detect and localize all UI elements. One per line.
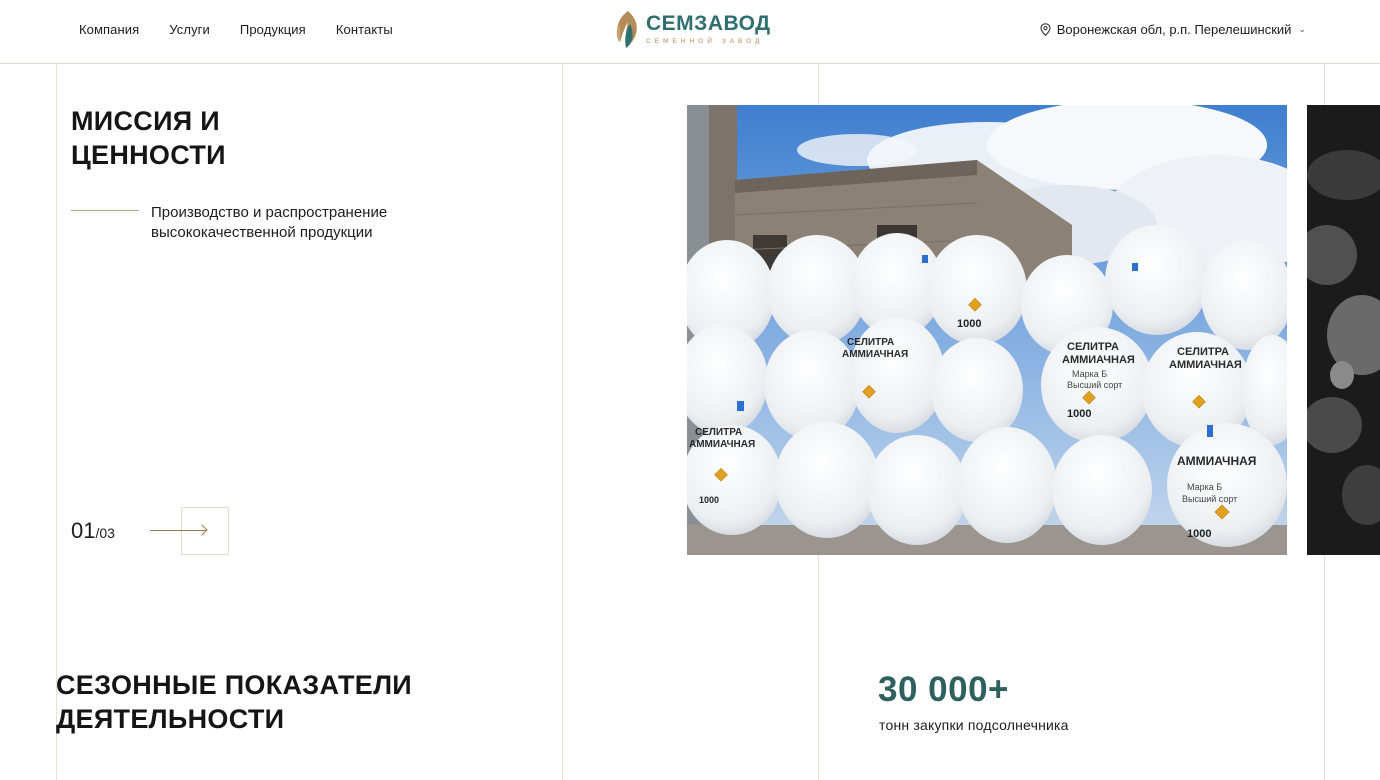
nav-company[interactable]: Компания [79,22,139,37]
mission-title: МИССИЯ И ЦЕННОСТИ [71,104,331,172]
bag-weight: 1000 [1187,528,1211,540]
bag-grade: Высший сорт [1182,494,1237,504]
bag-label: АММИАЧНАЯ [842,349,908,360]
bag-label: АММИАЧНАЯ [1062,354,1135,366]
season-title: СЕЗОННЫЕ ПОКАЗАТЕЛИ ДЕЯТЕЛЬНОСТИ [56,668,412,736]
next-slide-preview [1307,105,1380,555]
bag-grade: Марка Б [1072,369,1107,379]
leaf-logo-icon [616,11,637,48]
stat-value: 30 000+ [878,670,1009,709]
chevron-down-icon: ⌄ [1298,24,1306,34]
season-title-line1: СЕЗОННЫЕ ПОКАЗАТЕЛИ [56,670,413,700]
bag-label: АММИАЧНАЯ [1169,359,1242,371]
bag-grade: Высший сорт [1067,380,1122,390]
mission-title-line2: ЦЕННОСТИ [71,140,226,170]
next-slide-button[interactable] [148,507,229,555]
bag-label: СЕЛИТРА [847,337,894,348]
fertilizer-bags-image: СЕЛИТРА АММИАЧНАЯ СЕЛИТРА АММИАЧНАЯ СЕЛИ… [687,105,1287,555]
bag-label: СЕЛИТРА [1067,341,1119,353]
main-nav: Компания Услуги Продукция Контакты [79,22,393,37]
season-title-line2: ДЕЯТЕЛЬНОСТИ [56,704,285,734]
bag-label: СЕЛИТРА [1177,346,1229,358]
logo-subtitle: СЕМЕННОЙ ЗАВОД [646,37,764,45]
site-header: Компания Услуги Продукция Контакты СЕМЗА… [0,0,1380,64]
bag-label: АММИАЧНАЯ [689,439,755,450]
soil-preview-image [1307,105,1380,555]
slide-total: /03 [95,525,115,541]
slide-counter: 01/03 [71,518,115,544]
bag-weight: 1000 [699,495,719,505]
bag-weight: 1000 [957,318,981,330]
bag-grade: Марка Б [1187,482,1222,492]
site-logo[interactable]: СЕМЗАВОД СЕМЕННОЙ ЗАВОД [610,8,771,50]
nav-contacts[interactable]: Контакты [336,22,393,37]
nav-products[interactable]: Продукция [240,22,306,37]
bag-weight: 1000 [1067,408,1091,420]
mission-title-line1: МИССИЯ И [71,106,221,136]
location-selector[interactable]: Воронежская обл, р.п. Перелешинский ⌄ [1040,22,1306,37]
grid-line [562,64,563,780]
location-text: Воронежская обл, р.п. Перелешинский [1056,22,1292,37]
bag-label: АММИАЧНАЯ [1177,454,1256,468]
stat-label: тонн закупки подсолнечника [879,717,1069,733]
nav-services[interactable]: Услуги [169,22,210,37]
slide-current: 01 [71,518,96,543]
map-pin-icon [1040,23,1051,36]
slide-photo: СЕЛИТРА АММИАЧНАЯ СЕЛИТРА АММИАЧНАЯ СЕЛИ… [687,105,1287,555]
bag-label: СЕЛИТРА [695,427,742,438]
accent-divider [71,210,139,211]
mission-text: Производство и распространение высококач… [151,204,388,241]
logo-name: СЕМЗАВОД [646,11,771,35]
